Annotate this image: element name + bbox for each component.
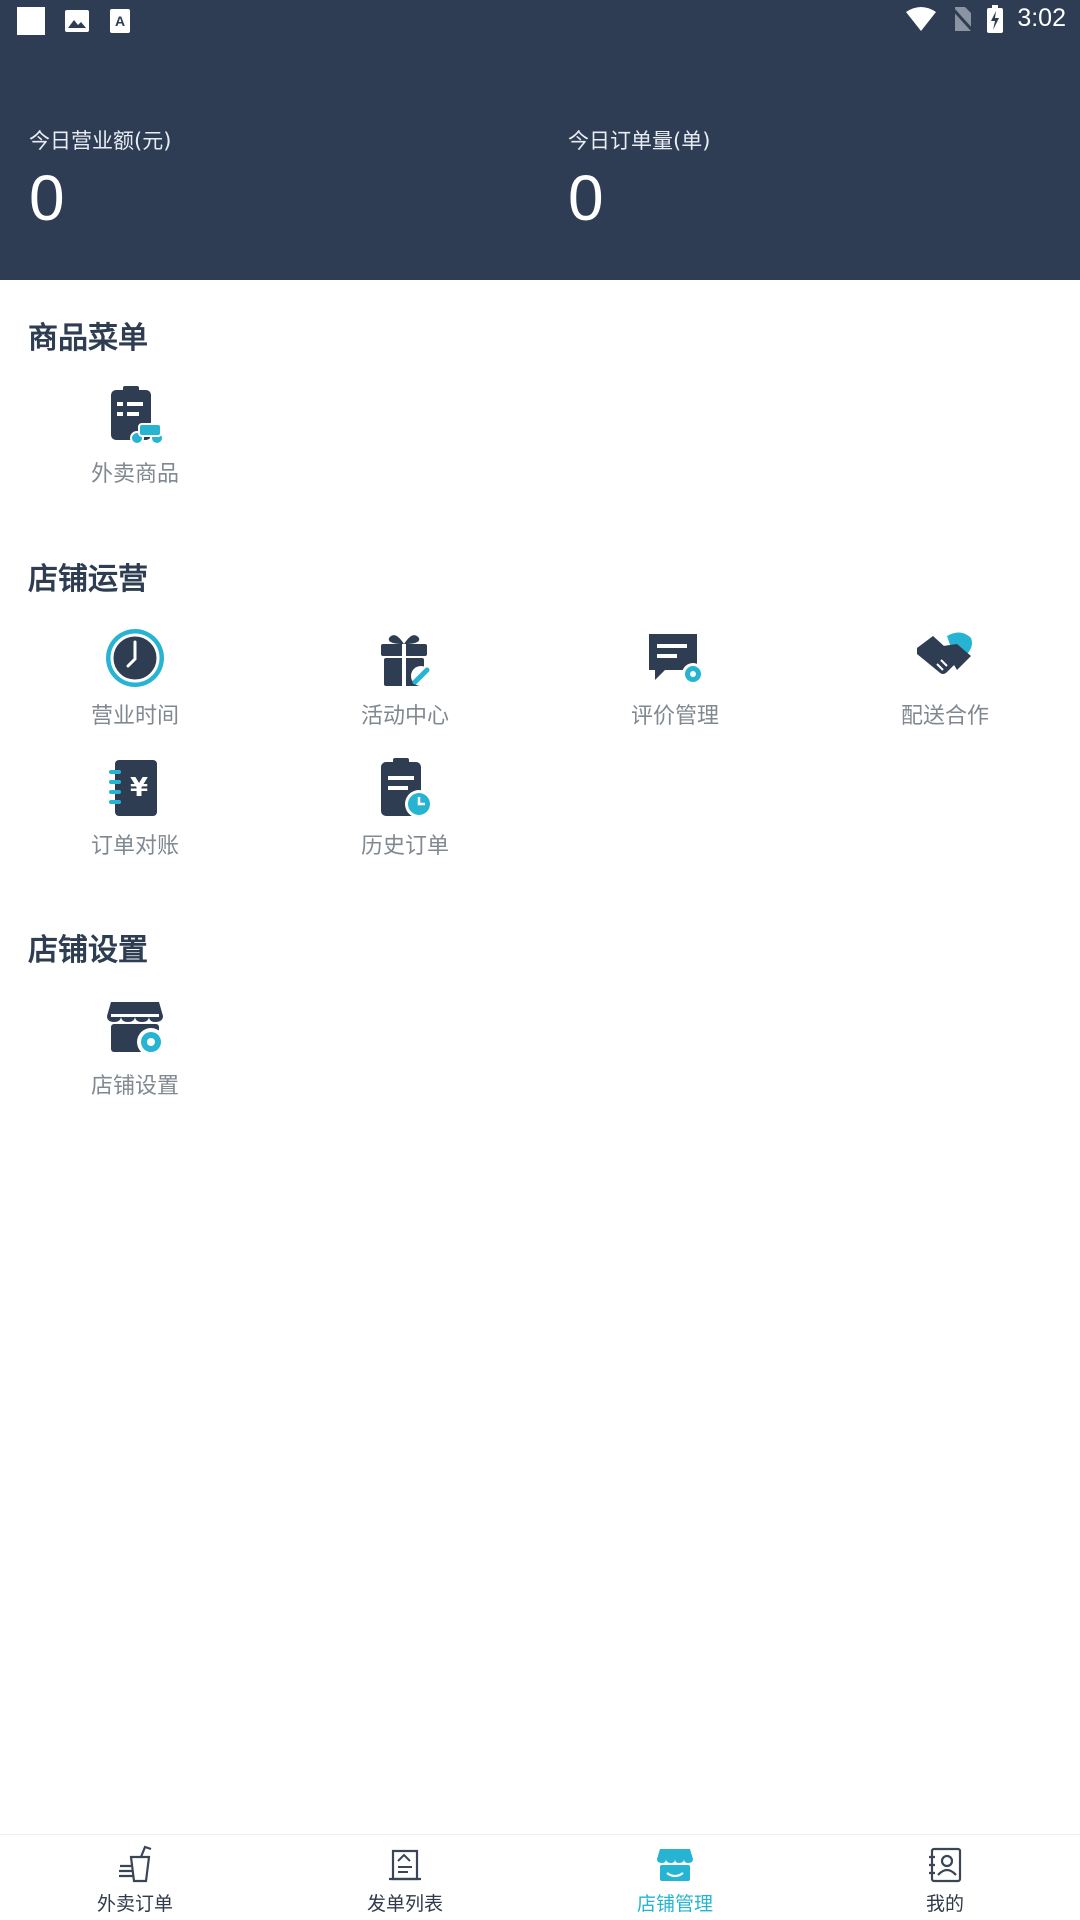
tile-delivery-partnership[interactable]: 配送合作 (810, 626, 1080, 744)
revenue-label: 今日营业额(元) (29, 129, 172, 153)
review-icon (649, 634, 704, 685)
dispatch-list-icon (389, 1849, 421, 1881)
nav-takeout-orders[interactable]: 外卖订单 (0, 1835, 270, 1920)
tile-label: 订单对账 (90, 834, 179, 859)
tile-label: 评价管理 (630, 704, 719, 729)
orders-label: 今日订单量(单) (568, 129, 711, 153)
font-icon: A (110, 9, 130, 33)
tile-order-reconciliation[interactable]: ¥ 订单对账 (0, 756, 270, 874)
nav-dispatch-list[interactable]: 发单列表 (270, 1835, 540, 1920)
order-history-icon (381, 758, 433, 818)
tile-activity-center[interactable]: 活动中心 (270, 626, 540, 744)
store-settings-icon (107, 1002, 165, 1056)
nav-label: 发单列表 (366, 1893, 443, 1915)
svg-text:A: A (115, 13, 125, 29)
clock-icon (106, 629, 164, 687)
tile-store-settings[interactable]: 店铺设置 (0, 996, 270, 1114)
gift-icon (381, 635, 431, 686)
nav-label: 我的 (925, 1893, 964, 1915)
battery-charging-icon (987, 4, 1004, 33)
status-bar: A 3:02 (0, 0, 1080, 44)
store-icon (657, 1849, 693, 1881)
tile-label: 配送合作 (900, 704, 989, 729)
tile-label: 历史订单 (360, 834, 449, 859)
ledger-icon: ¥ (109, 760, 157, 816)
profile-icon (929, 1847, 962, 1883)
tile-takeout-goods[interactable]: 外卖商品 (0, 384, 270, 502)
tile-label: 外卖商品 (90, 462, 179, 487)
handshake-icon (917, 632, 972, 674)
revenue-stat[interactable]: 今日营业额(元) 0 (29, 126, 171, 238)
takeout-cup-icon (119, 1845, 152, 1883)
clock-time: 3:02 (1017, 4, 1066, 32)
tile-business-hours[interactable]: 营业时间 (0, 626, 270, 744)
nav-label: 外卖订单 (96, 1893, 173, 1915)
header: A 3:02 今日营业额(元) 0 今日订单量(单) 0 (0, 0, 1080, 280)
nav-profile[interactable]: 我的 (810, 1835, 1080, 1920)
revenue-value: 0 (29, 162, 65, 234)
image-icon (65, 10, 89, 32)
tile-label: 活动中心 (360, 704, 449, 729)
tile-review-management[interactable]: 评价管理 (540, 626, 810, 744)
orders-stat[interactable]: 今日订单量(单) 0 (568, 126, 710, 238)
orders-value: 0 (568, 162, 604, 234)
square-icon (17, 7, 45, 35)
section-title-goods: 商品菜单 (28, 321, 148, 356)
nav-label: 店铺管理 (636, 1893, 713, 1915)
bottom-nav: 外卖订单 发单列表 店铺管理 我的 (0, 1834, 1080, 1920)
no-sim-icon (951, 6, 974, 31)
takeout-goods-icon (111, 386, 164, 445)
section-title-settings: 店铺设置 (28, 933, 148, 968)
wifi-icon (906, 6, 937, 31)
svg-text:¥: ¥ (130, 773, 148, 803)
section-title-operations: 店铺运营 (28, 562, 148, 597)
tile-label: 营业时间 (90, 704, 179, 729)
tile-label: 店铺设置 (90, 1074, 179, 1099)
nav-store-management[interactable]: 店铺管理 (540, 1835, 810, 1920)
tile-order-history[interactable]: 历史订单 (270, 756, 540, 874)
